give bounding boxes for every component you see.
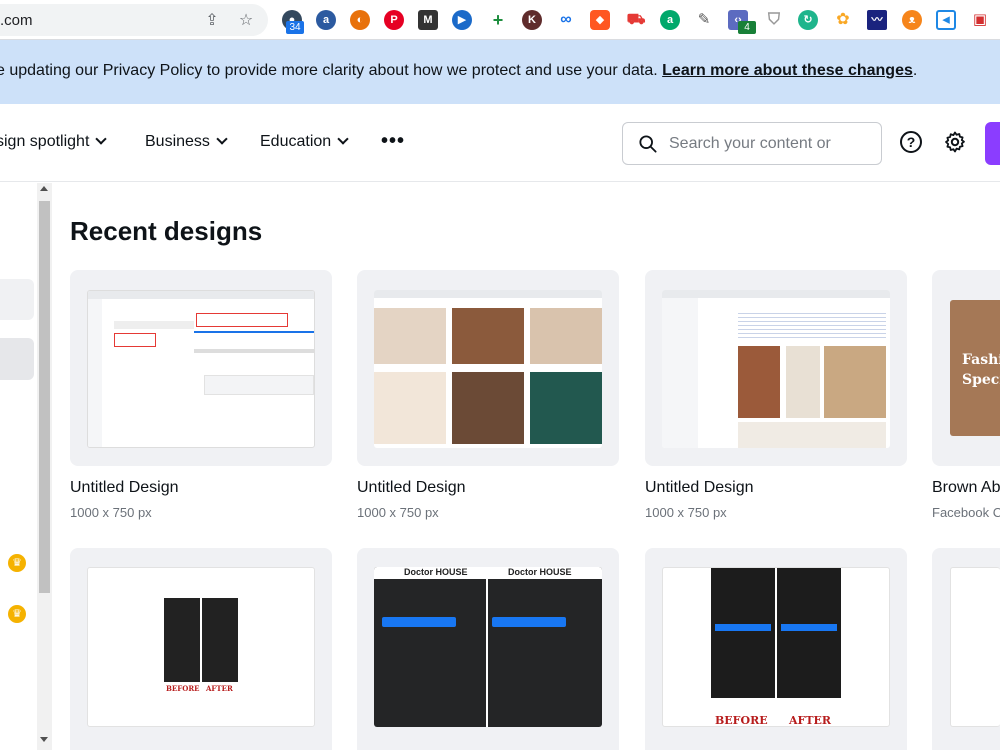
chevron-down-icon [337, 133, 349, 145]
nav-design-spotlight[interactable]: sign spotlight [0, 133, 108, 151]
search-box[interactable] [622, 122, 882, 165]
design-thumbnail [662, 290, 890, 448]
search-icon [639, 135, 657, 153]
design-card[interactable]: BEFORE AFTER [645, 548, 907, 750]
nav-business[interactable]: Business [145, 133, 228, 151]
shield-icon[interactable]: ⛉ [764, 10, 784, 30]
nav-item-label: Education [260, 133, 332, 150]
extension-icon[interactable]: ◐ [350, 10, 370, 30]
top-navigation: sign spotlight Business Education ••• ? [0, 104, 1000, 182]
extension-icon[interactable]: ◂ [936, 10, 956, 30]
search-input[interactable] [669, 133, 875, 155]
url-text[interactable]: .com [0, 12, 33, 29]
nav-item-label: Business [145, 133, 210, 150]
design-card[interactable] [70, 270, 332, 466]
extension-icon[interactable]: ▶ [452, 10, 472, 30]
design-card[interactable]: BEFORE AFTER [70, 548, 332, 750]
extension-icon[interactable]: ↻ [798, 10, 818, 30]
design-title[interactable]: Untitled Design [645, 479, 754, 497]
extension-icon[interactable]: K [522, 10, 542, 30]
design-thumbnail: BEFORE AFTER [87, 567, 315, 727]
after-label: AFTER [206, 684, 233, 693]
design-card[interactable] [932, 548, 1000, 750]
before-label: BEFORE [715, 714, 768, 727]
nav-item-label: sign spotlight [0, 133, 90, 150]
learn-more-link[interactable]: Learn more about these changes [662, 62, 913, 79]
extension-icon[interactable]: 〰 [867, 10, 887, 30]
design-card[interactable] [357, 270, 619, 466]
doctor-house-label: Doctor HOUSE [508, 567, 572, 577]
browser-toolbar: .com ⇪ ☆ ● 34 a ◐ P M ▶ + K ∞ ◆ ⛟ a ✎ ‹›… [0, 0, 1000, 40]
design-thumbnail [87, 290, 315, 448]
chevron-down-icon [216, 133, 228, 145]
crown-icon: ♛ [8, 554, 26, 572]
design-size: Facebook C [932, 505, 1000, 520]
scroll-up-arrow-icon[interactable] [40, 186, 48, 191]
design-card[interactable]: Doctor HOUSE Doctor HOUSE [357, 548, 619, 750]
sidebar-item[interactable] [0, 279, 34, 320]
sidebar-item-active[interactable] [0, 338, 34, 380]
extension-icon[interactable]: a [660, 10, 680, 30]
help-button[interactable]: ? [900, 131, 922, 153]
chevron-down-icon [95, 133, 108, 145]
address-bar[interactable]: .com ⇪ ☆ [0, 4, 268, 36]
design-title[interactable]: Untitled Design [357, 479, 466, 497]
link-icon[interactable]: ∞ [556, 10, 576, 30]
settings-gear-icon[interactable] [943, 130, 967, 154]
before-label: BEFORE [166, 684, 200, 693]
after-label: AFTER [789, 714, 832, 727]
cart-icon[interactable]: ⛟ [626, 10, 646, 30]
design-thumbnail [374, 290, 602, 448]
design-thumbnail [950, 567, 1000, 727]
design-size: 1000 x 750 px [357, 505, 439, 520]
design-size: 1000 x 750 px [70, 505, 152, 520]
extension-icon[interactable]: + [488, 10, 508, 30]
design-size: 1000 x 750 px [645, 505, 727, 520]
design-card[interactable] [645, 270, 907, 466]
banner-text: e updating our Privacy Policy to provide… [0, 62, 663, 79]
bookmark-star-icon[interactable]: ☆ [237, 12, 255, 30]
extension-icon[interactable]: ✿ [833, 10, 853, 30]
thumbnail-text: Fashi Speci [962, 352, 1000, 388]
banner-message: e updating our Privacy Policy to provide… [0, 62, 917, 80]
eyedropper-icon[interactable]: ✎ [694, 10, 714, 30]
extension-icon[interactable]: M [418, 10, 438, 30]
design-card[interactable]: Fashi Speci [932, 270, 1000, 466]
banner-suffix: . [912, 62, 918, 79]
recent-designs-heading: Recent designs [70, 216, 263, 246]
fox-icon[interactable]: ᴥ [902, 10, 922, 30]
extension-icon[interactable]: ◆ [590, 10, 610, 30]
design-thumbnail: Doctor HOUSE Doctor HOUSE [374, 567, 602, 727]
design-title[interactable]: Brown Ab [932, 479, 1000, 497]
more-options-button[interactable]: ••• [381, 131, 405, 151]
privacy-policy-banner: e updating our Privacy Policy to provide… [0, 40, 1000, 104]
share-icon[interactable]: ⇪ [203, 12, 221, 30]
left-sidebar: ♛ ♛ [0, 183, 37, 750]
extension-badge: 34 [286, 21, 304, 34]
extension-icon[interactable]: ▣ [970, 10, 990, 30]
nav-education[interactable]: Education [260, 133, 349, 151]
create-design-button[interactable] [985, 122, 1000, 165]
extension-badge: 4 [738, 21, 756, 34]
design-title[interactable]: Untitled Design [70, 479, 179, 497]
extension-icon[interactable]: a [316, 10, 336, 30]
crown-icon: ♛ [8, 605, 26, 623]
design-thumbnail: BEFORE AFTER [662, 567, 890, 727]
pinterest-icon[interactable]: P [384, 10, 404, 30]
scrollbar-thumb[interactable] [39, 201, 50, 593]
doctor-house-label: Doctor HOUSE [404, 567, 468, 577]
design-thumbnail: Fashi Speci [950, 300, 1000, 436]
scroll-down-arrow-icon[interactable] [40, 737, 48, 742]
